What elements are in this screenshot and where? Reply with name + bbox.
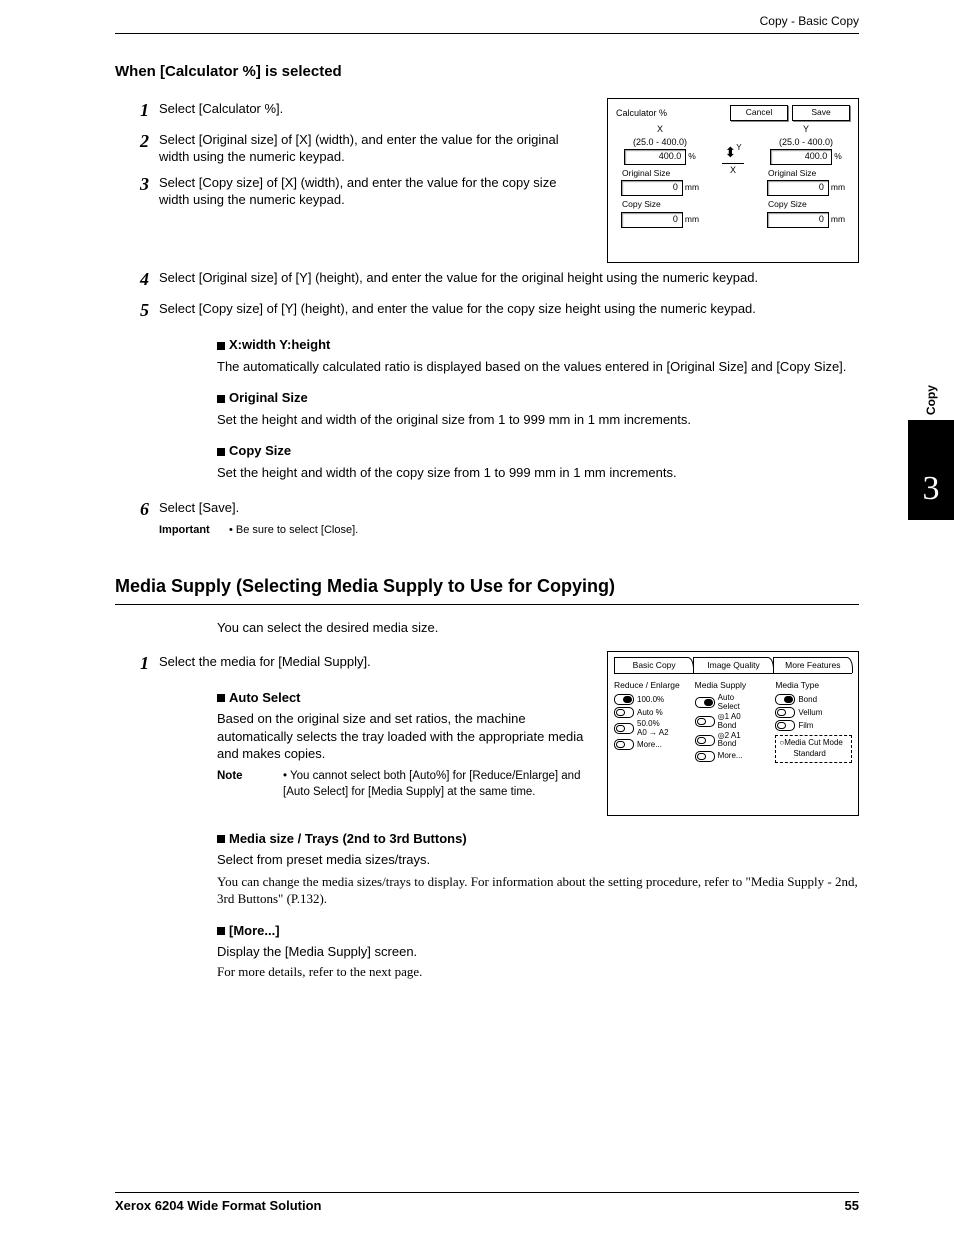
step-number: 6 xyxy=(115,497,159,521)
calculator-screenshot: Calculator % Cancel Save X (25.0 - 400.0… xyxy=(607,98,859,263)
y-ratio-field: 400.0 xyxy=(770,149,832,165)
step-number: 1 xyxy=(115,98,159,122)
steps-list-6: 6 Select [Save]. Important • Be sure to … xyxy=(115,497,859,537)
y-orig-field: 0 xyxy=(767,180,829,196)
section-heading-calculator: When [Calculator %] is selected xyxy=(115,62,859,82)
detail-text: Select from preset media sizes/trays. xyxy=(217,851,859,869)
x-orig-field: 0 xyxy=(621,180,683,196)
steps-list-media: 1Select the media for [Medial Supply]. xyxy=(115,651,589,675)
x-copy-field: 0 xyxy=(621,212,683,228)
step-text: Select the media for [Medial Supply]. xyxy=(159,651,589,671)
toggle-icon xyxy=(695,735,715,746)
x-ratio-field: 400.0 xyxy=(624,149,686,165)
heading-rule xyxy=(115,604,859,605)
axis-icon: ⬍Y xyxy=(713,143,753,162)
toggle-icon xyxy=(775,707,795,718)
detail-text: Based on the original size and set ratio… xyxy=(217,710,589,763)
step-text: Select [Save]. xyxy=(159,500,239,515)
note-text: • You cannot select both [Auto%] for [Re… xyxy=(283,769,589,800)
toggle-icon xyxy=(695,751,715,762)
important-label: Important xyxy=(159,523,229,538)
toggle-icon xyxy=(695,697,715,708)
col-media-supply: Media Supply xyxy=(695,680,772,691)
original-size-label: Original Size xyxy=(616,168,704,179)
step-number: 1 xyxy=(115,651,159,675)
detail-heading: Media size / Trays (2nd to 3rd Buttons) xyxy=(217,830,859,848)
detail-heading: Copy Size xyxy=(217,442,859,460)
col-reduce-enlarge: Reduce / Enlarge xyxy=(614,680,691,691)
step-number: 4 xyxy=(115,267,159,291)
steps-list: 1Select [Calculator %]. 2Select [Origina… xyxy=(115,98,589,208)
toggle-icon xyxy=(614,723,634,734)
y-label: Y xyxy=(762,123,850,135)
page-footer: Xerox 6204 Wide Format Solution 55 xyxy=(115,1192,859,1215)
step-number: 2 xyxy=(115,129,159,153)
important-text: • Be sure to select [Close]. xyxy=(229,523,358,538)
steps-list-continued: 4Select [Original size] of [Y] (height),… xyxy=(115,267,859,322)
tab-image-quality: Image Quality xyxy=(693,657,773,673)
toggle-icon xyxy=(614,707,634,718)
detail-heading: [More...] xyxy=(217,922,859,940)
ss1-title: Calculator % xyxy=(616,107,667,119)
step-number: 5 xyxy=(115,298,159,322)
step-number: 3 xyxy=(115,172,159,196)
tab-more-features: More Features xyxy=(773,657,853,673)
detail-note: For more details, refer to the next page… xyxy=(217,963,859,981)
page-header-breadcrumb: Copy - Basic Copy xyxy=(115,10,859,34)
footer-product: Xerox 6204 Wide Format Solution xyxy=(115,1197,321,1215)
x-label: X xyxy=(616,123,704,135)
col-media-type: Media Type xyxy=(775,680,852,691)
toggle-icon xyxy=(614,694,634,705)
detail-text: Set the height and width of the copy siz… xyxy=(217,464,859,482)
detail-heading: Original Size xyxy=(217,389,859,407)
original-size-label: Original Size xyxy=(762,168,850,179)
y-copy-field: 0 xyxy=(767,212,829,228)
footer-page-number: 55 xyxy=(845,1197,859,1215)
chapter-side-tab: 3 xyxy=(908,420,954,520)
step-text: Select [Calculator %]. xyxy=(159,98,589,118)
tab-basic-copy: Basic Copy xyxy=(614,657,694,673)
detail-heading: Auto Select xyxy=(217,689,589,707)
chapter-number: 3 xyxy=(908,466,954,512)
media-cut-mode-box: ○Media Cut Mode Standard xyxy=(775,735,852,763)
step-text: Select [Copy size] of [Y] (height), and … xyxy=(159,298,859,318)
side-tab-label: Copy xyxy=(908,392,954,422)
toggle-icon xyxy=(775,694,795,705)
step-text: Select [Copy size] of [X] (width), and e… xyxy=(159,172,589,209)
detail-text: Set the height and width of the original… xyxy=(217,411,859,429)
detail-text: Display the [Media Supply] screen. xyxy=(217,943,859,961)
range-label: (25.0 - 400.0) xyxy=(762,136,850,148)
range-label: (25.0 - 400.0) xyxy=(616,136,704,148)
save-button: Save xyxy=(792,105,850,121)
step-text: Select [Original size] of [X] (width), a… xyxy=(159,129,589,166)
detail-text: The automatically calculated ratio is di… xyxy=(217,358,859,376)
detail-heading: X:width Y:height xyxy=(217,336,859,354)
x-axis-label: X xyxy=(713,164,753,176)
toggle-icon xyxy=(614,739,634,750)
copy-size-label: Copy Size xyxy=(762,199,850,210)
copy-size-label: Copy Size xyxy=(616,199,704,210)
note-label: Note xyxy=(217,769,283,800)
detail-note: You can change the media sizes/trays to … xyxy=(217,873,859,908)
section-heading-media-supply: Media Supply (Selecting Media Supply to … xyxy=(115,574,859,598)
basic-copy-screenshot: Basic Copy Image Quality More Features R… xyxy=(607,651,859,816)
cancel-button: Cancel xyxy=(730,105,788,121)
step-text: Select [Original size] of [Y] (height), … xyxy=(159,267,859,287)
toggle-icon xyxy=(775,720,795,731)
intro-text: You can select the desired media size. xyxy=(217,619,859,637)
toggle-icon xyxy=(695,716,715,727)
